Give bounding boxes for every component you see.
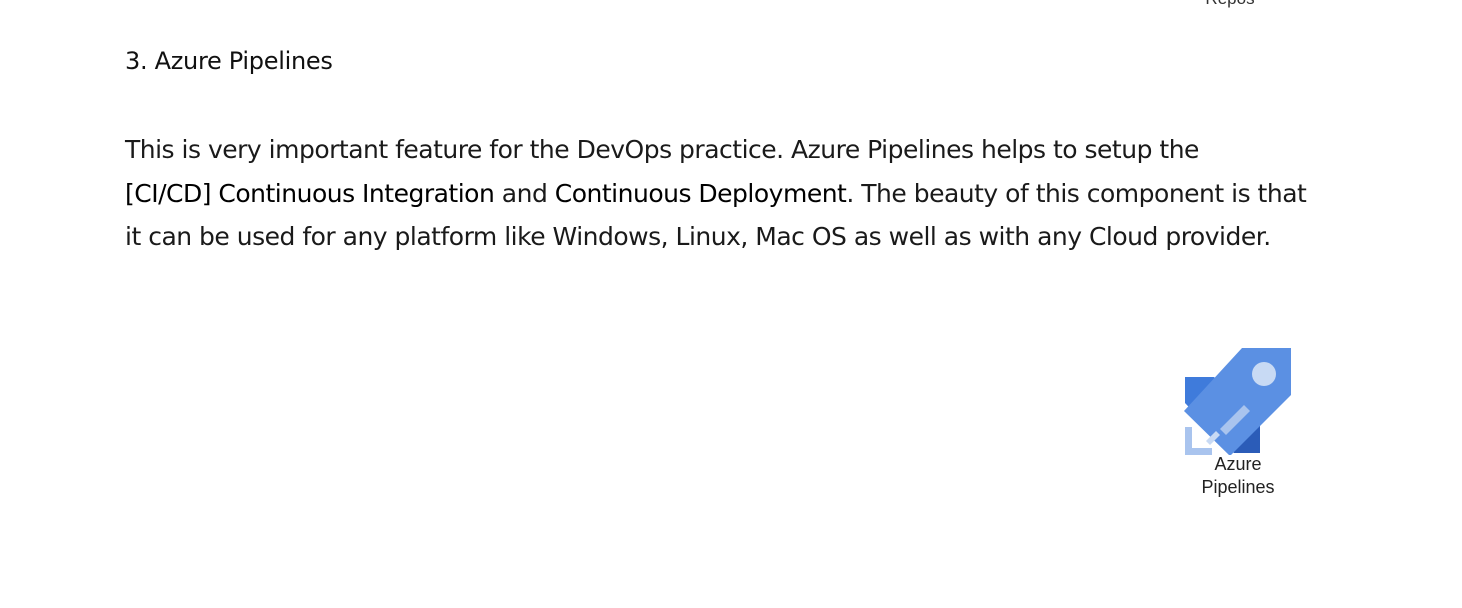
section-paragraph: This is very important feature for the D… xyxy=(125,128,1325,259)
logo-caption-line-1: Azure xyxy=(1214,454,1262,474)
logo-caption-line-2: Pipelines xyxy=(1201,477,1275,497)
paragraph-connector: and xyxy=(501,178,548,208)
paragraph-text-intro: This is very important feature for the D… xyxy=(125,135,1199,164)
azure-pipelines-logo: Azure Pipelines xyxy=(1178,345,1298,505)
section-heading: 3. Azure Pipelines xyxy=(125,47,333,75)
repos-logo-caption: Repos xyxy=(1200,0,1260,9)
paragraph-emphasis-cd: Continuous Deployment xyxy=(554,178,847,208)
azure-pipelines-logo-caption: Azure Pipelines xyxy=(1178,453,1298,499)
paragraph-emphasis-ci: [CI/CD] Continuous Integration xyxy=(125,178,495,208)
rocket-body-shape xyxy=(1184,348,1291,455)
rocket-window-shape xyxy=(1252,362,1276,386)
azure-pipelines-rocket-icon xyxy=(1184,348,1291,455)
